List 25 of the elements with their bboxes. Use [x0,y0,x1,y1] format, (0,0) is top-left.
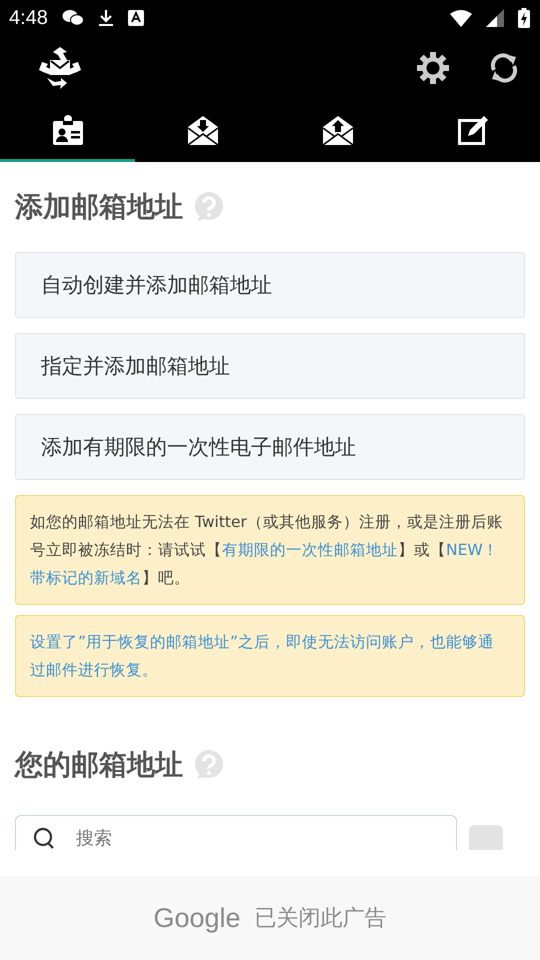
battery-icon [518,8,530,28]
action-button[interactable]: 添加有期限的一次性电子邮件地址 [15,414,525,480]
ad-message: 已关闭此广告 [254,905,387,933]
notice-text: 如您的邮箱地址无法在 Twitter（或其他服务）注册，或是注册后账号立即被冻结时：请试试【有期限的一次性邮箱地址】或【NEW！带标记的新域名】吧。 [30,512,504,589]
refresh-icon[interactable] [488,52,520,84]
status-time: 4:48 [9,6,48,30]
chat-icon [62,9,84,27]
ad-brand: Google [153,902,241,934]
download-icon [98,9,114,27]
envelope-down-icon [188,114,218,144]
keyboard-icon [128,10,144,26]
action-button[interactable]: 指定并添加邮箱地址 [15,333,525,399]
section-title: 添加邮箱地址 [15,189,183,225]
search-field[interactable]: 搜索 [15,815,457,850]
search-input[interactable]: 搜索 [76,826,440,850]
wifi-icon [450,9,472,27]
search-icon [32,826,56,850]
signal-icon [486,9,504,27]
edit-icon [458,114,488,144]
action-button[interactable]: 自动创建并添加邮箱地址 [15,252,525,318]
settings-icon[interactable] [416,51,450,85]
id-badge-icon [52,114,82,144]
section-title: 您的邮箱地址 [15,747,183,783]
notice-text: 设置了”用于恢复的邮箱地址”之后，即使无法访问账户，也能够通过邮件进行恢复。 [30,632,496,681]
envelope-up-icon [322,114,352,144]
